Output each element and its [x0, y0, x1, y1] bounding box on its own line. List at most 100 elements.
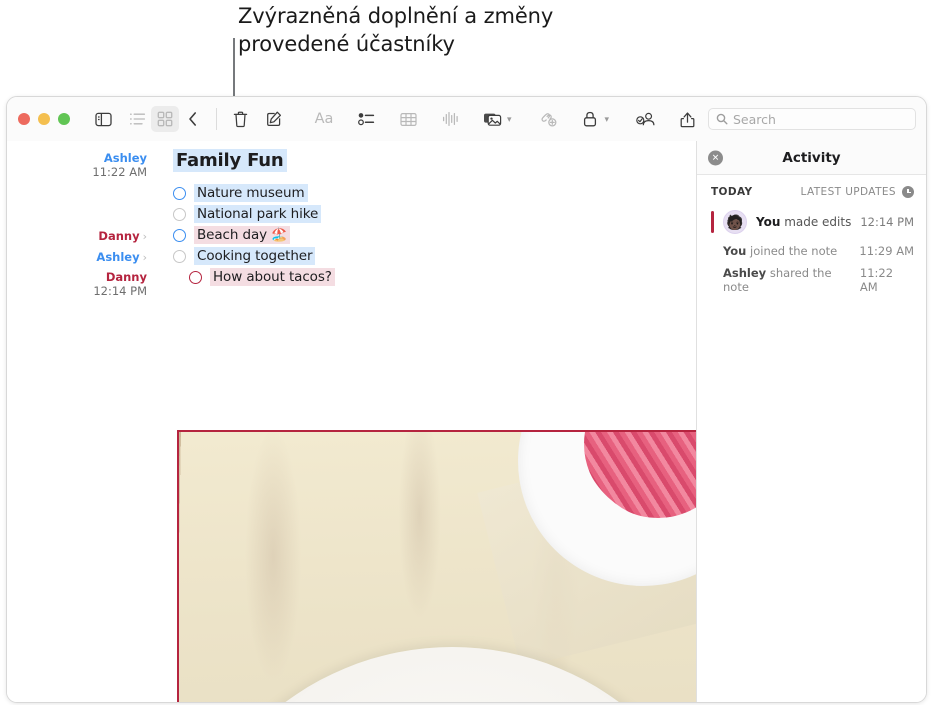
search-icon — [716, 113, 728, 125]
activity-entry[interactable]: Ashley shared the note 11:22 AM — [697, 262, 926, 298]
note-editor-pane[interactable]: Ashley 11:22 AM Danny › Ashley › Danny 12:… — [7, 141, 696, 702]
collaborate-button[interactable] — [631, 106, 659, 132]
beach-umbrella-emoji: 🏖️ — [271, 228, 288, 243]
avatar: 🧑🏿 — [723, 210, 747, 234]
list-view-button[interactable] — [123, 106, 151, 132]
avatar-emoji: 🧑🏿 — [726, 214, 744, 230]
checklist-item-label: How about tacos? — [210, 268, 335, 286]
checkbox-circle-icon[interactable] — [189, 270, 202, 284]
activity-entry-actor: Ashley — [723, 266, 767, 280]
checklist-item[interactable]: Beach day 🏖️ — [173, 225, 693, 245]
attribution-danny-2[interactable]: Danny 12:14 PM — [7, 270, 147, 298]
record-audio-button[interactable] — [436, 106, 464, 132]
media-button[interactable] — [478, 106, 506, 132]
activity-subheader: TODAY LATEST UPDATES — [697, 175, 926, 204]
close-window-button[interactable] — [18, 113, 30, 125]
window-toolbar: Aa ▾ ▾ Search — [7, 97, 926, 141]
checklist-button[interactable] — [352, 106, 380, 132]
zoom-window-button[interactable] — [58, 113, 70, 125]
checklist-item-label: National park hike — [194, 205, 322, 223]
format-button[interactable]: Aa — [310, 106, 338, 132]
lock-note-button[interactable] — [576, 106, 604, 132]
attribution-name: Danny — [98, 229, 140, 243]
clock-icon[interactable] — [902, 186, 914, 198]
gallery-view-icon — [157, 111, 173, 127]
checklist-item[interactable]: How about tacos? — [173, 267, 693, 287]
window-body: Ashley 11:22 AM Danny › Ashley › Danny 12:… — [7, 141, 926, 702]
taco-bowl-photo — [179, 432, 696, 702]
format-aa-icon: Aa — [314, 111, 334, 127]
activity-entry[interactable]: You joined the note 11:29 AM — [697, 240, 926, 262]
note-photo-attachment[interactable] — [177, 430, 696, 702]
screenshot-root: Zvýrazněná doplnění a změny provedené úč… — [0, 0, 931, 705]
minimize-window-button[interactable] — [38, 113, 50, 125]
attribution-name: Danny — [105, 270, 147, 284]
attribution-ashley-1[interactable]: Ashley 11:22 AM — [7, 151, 147, 179]
table-icon — [399, 112, 417, 127]
checkbox-circle-icon[interactable] — [173, 186, 186, 200]
compose-icon — [266, 111, 282, 127]
back-chevron-icon — [187, 111, 199, 127]
activity-entry-time: 11:29 AM — [859, 244, 914, 258]
checklist-item[interactable]: Cooking together — [173, 246, 693, 266]
share-button[interactable] — [673, 106, 701, 132]
close-icon[interactable]: ✕ — [708, 150, 723, 165]
callout-line-1: Zvýrazněná doplnění a změny — [238, 4, 554, 28]
sidebar-toggle-button[interactable] — [89, 106, 117, 132]
activity-title: Activity — [782, 149, 841, 166]
attribution-time: 12:14 PM — [93, 284, 147, 298]
checkbox-circle-icon[interactable] — [173, 228, 186, 242]
activity-header: ✕ Activity — [697, 141, 926, 175]
activity-panel: ✕ Activity TODAY LATEST UPDATES 🧑🏿 You m… — [697, 141, 926, 702]
attribution-danny-1[interactable]: Danny › — [7, 229, 147, 244]
sidebar-icon — [94, 112, 112, 127]
checklist-item-label: Nature museum — [194, 184, 308, 202]
note-checklist: Nature museum National park hike Beach d… — [173, 183, 693, 287]
lock-icon — [583, 111, 597, 127]
activity-featured-entry[interactable]: 🧑🏿 You made edits 12:14 PM — [697, 204, 926, 240]
traffic-lights — [18, 113, 70, 125]
activity-entry-time: 11:22 AM — [859, 266, 894, 294]
table-button[interactable] — [394, 106, 422, 132]
collaborate-icon — [635, 111, 655, 127]
search-field[interactable]: Search — [708, 108, 916, 130]
compose-note-button[interactable] — [260, 106, 288, 132]
audio-waveform-icon — [442, 111, 459, 127]
checklist-item[interactable]: Nature museum — [173, 183, 693, 203]
media-chevron-down-icon[interactable]: ▾ — [507, 114, 512, 125]
activity-entry-text: You joined the note — [723, 244, 837, 258]
note-title[interactable]: Family Fun — [173, 149, 287, 172]
activity-featured-text: You made edits — [756, 215, 851, 229]
attribution-ashley-2[interactable]: Ashley › — [7, 250, 147, 265]
add-link-button[interactable] — [534, 106, 562, 132]
search-placeholder: Search — [733, 111, 776, 127]
attribution-chevron-right-icon[interactable]: › — [143, 251, 147, 264]
gallery-view-button[interactable] — [151, 106, 179, 132]
checklist-item[interactable]: National park hike — [173, 204, 693, 224]
lock-chevron-down-icon[interactable]: ▾ — [605, 114, 610, 125]
trash-icon — [233, 111, 248, 128]
attribution-time: 11:22 AM — [92, 165, 147, 179]
activity-unread-bar — [711, 211, 714, 233]
checklist-item-label: Beach day 🏖️ — [194, 226, 291, 244]
activity-entry-actor: You — [723, 244, 747, 258]
back-button[interactable] — [179, 106, 207, 132]
checkbox-circle-icon[interactable] — [173, 249, 186, 263]
activity-section-label: TODAY — [711, 186, 753, 198]
notes-window: Aa ▾ ▾ Search Ashley 11:22 AM Danny › As… — [6, 96, 927, 703]
checklist-icon — [357, 112, 375, 126]
activity-featured-time: 12:14 PM — [860, 215, 914, 229]
checkbox-circle-icon[interactable] — [173, 207, 186, 221]
attribution-gutter: Ashley 11:22 AM Danny › Ashley › Danny 12:… — [7, 141, 161, 702]
media-photos-icon — [483, 111, 502, 127]
list-view-icon — [129, 112, 146, 126]
delete-note-button[interactable] — [226, 106, 254, 132]
attribution-chevron-right-icon[interactable]: › — [143, 230, 147, 243]
add-link-icon — [539, 111, 557, 127]
activity-entry-action: joined the note — [746, 244, 838, 258]
activity-featured-action: made edits — [780, 215, 852, 229]
activity-entry-text: Ashley shared the note — [723, 266, 860, 294]
note-content[interactable]: Family Fun Nature museum National park h… — [173, 141, 693, 288]
checklist-item-label: Cooking together — [194, 247, 316, 265]
activity-sort-label[interactable]: LATEST UPDATES — [800, 186, 896, 198]
